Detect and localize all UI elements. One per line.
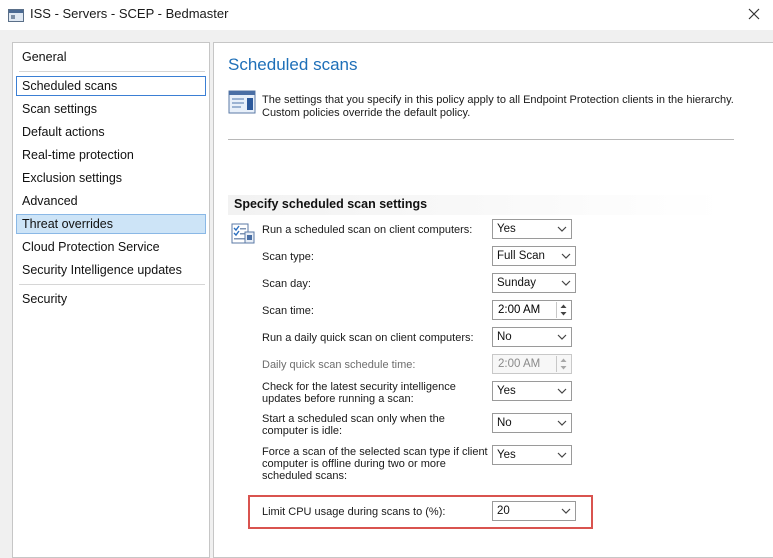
dropdown-value: Yes [497,223,516,235]
spinner-buttons [556,302,570,318]
label-line: Force a scan of the selected scan type i… [262,446,488,458]
scan-time-spinner[interactable]: 2:00 AM [492,300,572,320]
force-scan-dropdown[interactable]: Yes [492,445,572,465]
label-line: scheduled scans: [262,470,347,482]
chevron-down-icon [561,508,571,514]
nav-separator [19,284,205,285]
spin-up-icon[interactable] [557,356,570,364]
nav-item-scheduled-scans[interactable]: Scheduled scans [16,76,206,96]
close-button[interactable] [741,2,767,26]
spinner-buttons [556,356,570,372]
window-title: ISS - Servers - SCEP - Bedmaster [30,6,229,21]
policy-info-text: The settings that you specify in this po… [262,94,742,120]
nav-item-cloud-protection-service[interactable]: Cloud Protection Service [16,237,206,257]
cpu-limit-dropdown[interactable]: 20 [492,501,576,521]
check-updates-label: Check for the latest security intelligen… [262,381,490,405]
spin-up-icon[interactable] [557,302,570,310]
nav-item-security[interactable]: Security [16,289,206,309]
spinner-value: 2:00 AM [498,304,541,316]
chevron-down-icon [557,388,567,394]
dropdown-value: Sunday [497,277,537,289]
nav-item-general[interactable]: General [16,47,206,67]
spin-down-icon[interactable] [557,310,570,318]
dropdown-value: Yes [497,385,516,397]
run-scheduled-scan-label: Run a scheduled scan on client computers… [262,224,473,236]
label-line: Check for the latest security intelligen… [262,381,456,393]
window-body: General Scheduled scans Scan settings De… [0,30,773,558]
nav-item-real-time-protection[interactable]: Real-time protection [16,145,206,165]
spin-down-icon[interactable] [557,364,570,372]
label-line: computer is offline during two or more [262,458,446,470]
spinner-value: 2:00 AM [498,358,541,370]
label-line: updates before running a scan: [262,393,414,405]
check-updates-dropdown[interactable]: Yes [492,381,572,401]
section-header-label: Specify scheduled scan settings [234,197,428,211]
scan-day-label: Scan day: [262,278,311,290]
chevron-down-icon [557,226,567,232]
scan-day-dropdown[interactable]: Sunday [492,273,576,293]
dropdown-value: Yes [497,449,516,461]
chevron-down-icon [557,420,567,426]
chevron-down-icon [561,253,571,259]
scan-type-label: Scan type: [262,251,314,263]
page-title: Scheduled scans [228,55,358,74]
nav-item-security-intelligence-updates[interactable]: Security Intelligence updates [16,260,206,280]
cpu-limit-label: Limit CPU usage during scans to (%): [262,506,446,518]
chevron-down-icon [561,280,571,286]
policy-info-icon [228,90,256,114]
close-icon [748,8,760,20]
scheduled-scan-icon [231,223,255,244]
dropdown-value: 20 [497,505,510,517]
label-line: computer is idle: [262,425,343,437]
window-app-icon [8,9,24,22]
daily-quick-scan-label: Run a daily quick scan on client compute… [262,332,474,344]
scan-type-dropdown[interactable]: Full Scan [492,246,576,266]
daily-quick-scan-dropdown[interactable]: No [492,327,572,347]
dropdown-value: No [497,417,512,429]
chevron-down-icon [557,334,567,340]
scan-time-label: Scan time: [262,305,314,317]
nav-item-threat-overrides[interactable]: Threat overrides [16,214,206,234]
run-scheduled-scan-dropdown[interactable]: Yes [492,219,572,239]
nav-item-scan-settings[interactable]: Scan settings [16,99,206,119]
daily-quick-scan-time-spinner[interactable]: 2:00 AM [492,354,572,374]
daily-quick-scan-time-label: Daily quick scan schedule time: [262,359,416,371]
nav-item-exclusion-settings[interactable]: Exclusion settings [16,168,206,188]
dropdown-value: Full Scan [497,250,545,262]
policy-info-line: Custom policies override the default pol… [262,107,471,119]
content-panel: Scheduled scans The settings that you sp… [213,42,773,558]
nav-panel: General Scheduled scans Scan settings De… [12,42,210,558]
section-header: Specify scheduled scan settings [228,195,724,215]
title-bar: ISS - Servers - SCEP - Bedmaster [0,0,773,30]
nav-item-advanced[interactable]: Advanced [16,191,206,211]
label-line: Start a scheduled scan only when the [262,413,445,425]
nav-separator [19,71,205,72]
policy-info-line: The settings that you specify in this po… [262,94,734,106]
divider [228,139,734,140]
nav-item-default-actions[interactable]: Default actions [16,122,206,142]
idle-scan-dropdown[interactable]: No [492,413,572,433]
dropdown-value: No [497,331,512,343]
force-scan-label: Force a scan of the selected scan type i… [262,446,490,482]
idle-scan-label: Start a scheduled scan only when the com… [262,413,490,437]
chevron-down-icon [557,452,567,458]
